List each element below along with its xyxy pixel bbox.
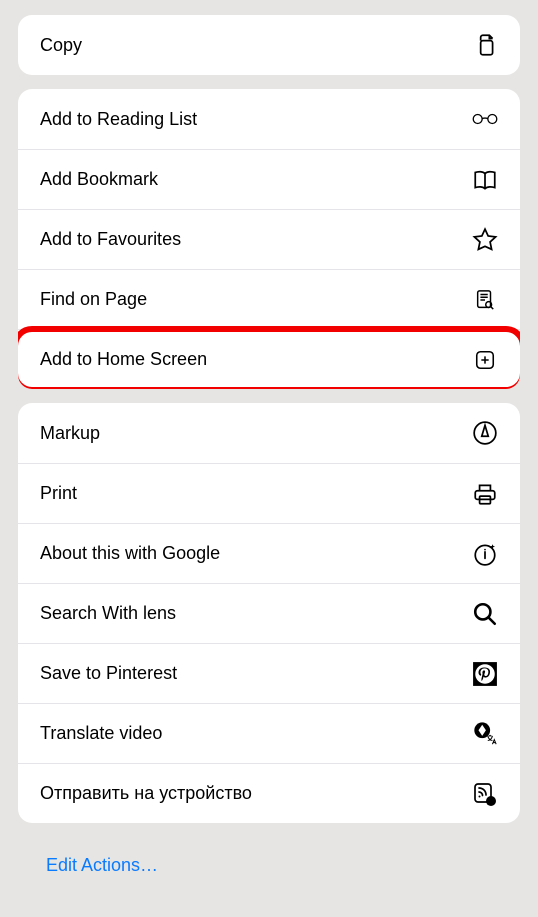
action-label: About this with Google bbox=[40, 543, 220, 564]
translate-video-icon bbox=[472, 721, 498, 747]
pinterest-icon bbox=[472, 661, 498, 687]
action-row-translate-video[interactable]: Translate video bbox=[18, 703, 520, 763]
cast-device-icon: Я bbox=[472, 781, 498, 807]
action-row-add-to-home-screen[interactable]: Add to Home Screen bbox=[18, 329, 520, 389]
action-group-2: Add to Reading List Add Bookmark Add to … bbox=[18, 89, 520, 389]
action-row-add-to-favourites[interactable]: Add to Favourites bbox=[18, 209, 520, 269]
magnify-icon bbox=[472, 601, 498, 627]
action-row-about-google[interactable]: About this with Google bbox=[18, 523, 520, 583]
copy-icon bbox=[472, 32, 498, 58]
plus-square-icon bbox=[472, 347, 498, 373]
glasses-icon bbox=[472, 106, 498, 132]
markup-icon bbox=[472, 420, 498, 446]
doc-search-icon bbox=[472, 287, 498, 313]
action-label: Add to Reading List bbox=[40, 109, 197, 130]
action-label: Translate video bbox=[40, 723, 162, 744]
book-icon bbox=[472, 167, 498, 193]
action-label: Add Bookmark bbox=[40, 169, 158, 190]
action-row-add-bookmark[interactable]: Add Bookmark bbox=[18, 149, 520, 209]
action-group-1: Copy bbox=[18, 15, 520, 75]
action-label: Copy bbox=[40, 35, 82, 56]
action-row-add-to-reading-list[interactable]: Add to Reading List bbox=[18, 89, 520, 149]
action-label: Add to Home Screen bbox=[40, 349, 207, 370]
action-label: Markup bbox=[40, 423, 100, 444]
action-row-send-to-device[interactable]: Отправить на устройство Я bbox=[18, 763, 520, 823]
action-row-search-lens[interactable]: Search With lens bbox=[18, 583, 520, 643]
star-icon bbox=[472, 227, 498, 253]
action-label: Отправить на устройство bbox=[40, 783, 252, 804]
printer-icon bbox=[472, 481, 498, 507]
info-sparkle-icon bbox=[472, 541, 498, 567]
action-label: Find on Page bbox=[40, 289, 147, 310]
action-row-find-on-page[interactable]: Find on Page bbox=[18, 269, 520, 329]
action-label: Add to Favourites bbox=[40, 229, 181, 250]
action-row-print[interactable]: Print bbox=[18, 463, 520, 523]
svg-text:Я: Я bbox=[488, 799, 493, 806]
action-row-copy[interactable]: Copy bbox=[18, 15, 520, 75]
action-label: Search With lens bbox=[40, 603, 176, 624]
edit-actions-link[interactable]: Edit Actions… bbox=[18, 837, 186, 906]
action-row-markup[interactable]: Markup bbox=[18, 403, 520, 463]
action-group-3: Markup Print About this with Google bbox=[18, 403, 520, 823]
action-row-save-pinterest[interactable]: Save to Pinterest bbox=[18, 643, 520, 703]
action-label: Print bbox=[40, 483, 77, 504]
share-sheet: Copy Add to Reading List Add Bookmark bbox=[0, 0, 538, 906]
action-label: Save to Pinterest bbox=[40, 663, 177, 684]
